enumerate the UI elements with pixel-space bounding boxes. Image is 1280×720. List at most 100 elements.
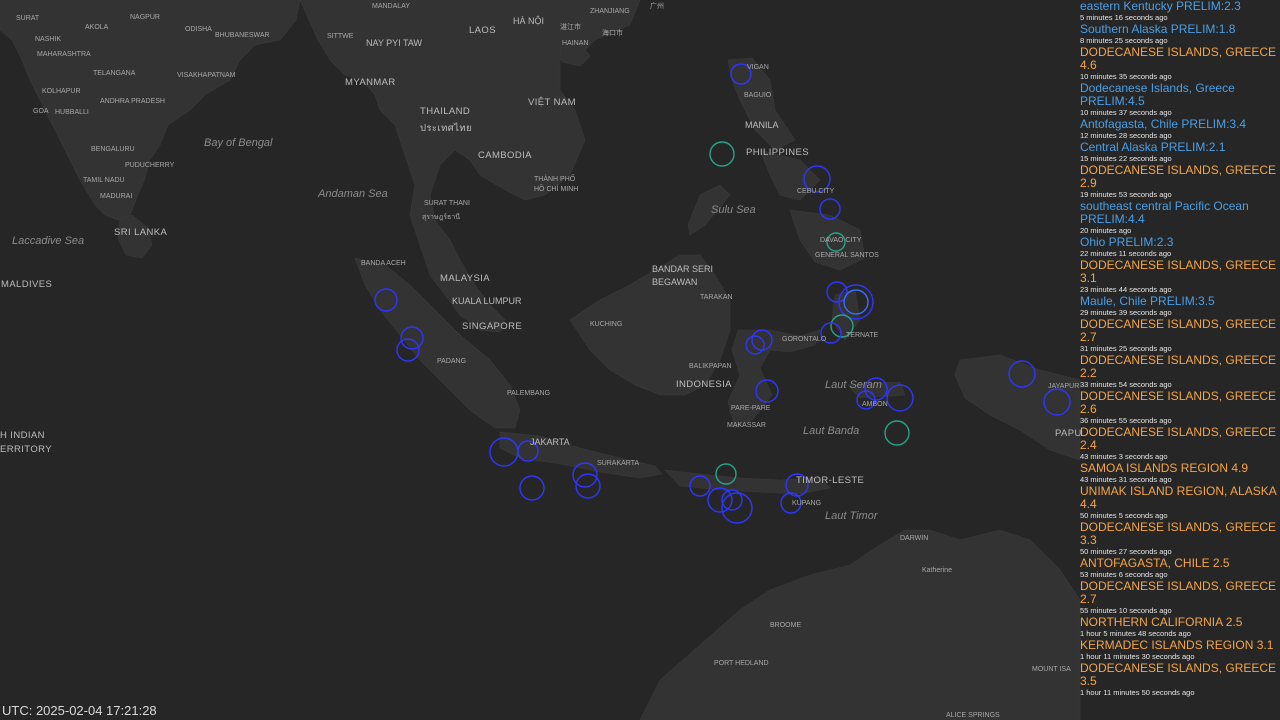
feed-item-title[interactable]: Dodecanese Islands, Greece PRELIM:4.5 <box>1080 82 1280 108</box>
feed-item-title[interactable]: NORTHERN CALIFORNIA 2.5 <box>1080 616 1280 629</box>
country-label: ERRITORY <box>0 444 52 455</box>
city-label: TERNATE <box>846 332 879 339</box>
feed-item[interactable]: eastern Kentucky PRELIM:2.3 5 minutes 16 … <box>1080 0 1280 23</box>
city-label: SURAKARTA <box>597 460 640 467</box>
city-label: สุราษฎร์ธานี <box>422 214 461 221</box>
city-label: HAINAN <box>562 40 589 47</box>
country-label: CAMBODIA <box>478 150 532 161</box>
city-label: AMBON <box>862 401 888 408</box>
feed-item[interactable]: Dodecanese Islands, Greece PRELIM:4.5 10 … <box>1080 82 1280 118</box>
city-label: GENERAL SANTOS <box>815 252 879 259</box>
feed-item-title[interactable]: DODECANESE ISLANDS, GREECE 2.7 <box>1080 580 1280 606</box>
city-label: Katherine <box>922 567 952 574</box>
city-label: VIGAN <box>747 64 769 71</box>
feed-item-title[interactable]: ANTOFAGASTA, CHILE 2.5 <box>1080 557 1280 570</box>
feed-item-title[interactable]: eastern Kentucky PRELIM:2.3 <box>1080 0 1280 13</box>
feed-item-title[interactable]: SAMOA ISLANDS REGION 4.9 <box>1080 462 1280 475</box>
feed-item[interactable]: ANTOFAGASTA, CHILE 2.5 53 minutes 6 secon… <box>1080 557 1280 580</box>
sea-label: Laut Seram <box>825 379 882 391</box>
feed-item[interactable]: DODECANESE ISLANDS, GREECE 2.9 19 minutes… <box>1080 164 1280 200</box>
city-label: BANDA ACEH <box>361 260 406 267</box>
country-label: H INDIAN <box>0 430 45 441</box>
country-label: THAILAND <box>420 106 471 117</box>
city-label: CEBU CITY <box>797 188 835 195</box>
feed-item-title[interactable]: Ohio PRELIM:2.3 <box>1080 236 1280 249</box>
country-label: MYANMAR <box>345 77 396 88</box>
city-label: DAVAO CITY <box>820 237 862 244</box>
feed-item[interactable]: DODECANESE ISLANDS, GREECE 2.7 55 minutes… <box>1080 580 1280 616</box>
capital-label: BANDAR SERI BEGAWAN <box>652 264 714 287</box>
city-label: NASHIK <box>35 36 62 43</box>
city-label: THÀNH PHỐ HỒ CHÍ MINH <box>534 176 579 193</box>
feed-item[interactable]: Central Alaska PRELIM:2.1 15 minutes 22 s… <box>1080 141 1280 164</box>
feed-item-time: 1 hour 11 minutes 50 seconds ago <box>1080 688 1195 697</box>
sea-label: Bay of Bengal <box>204 137 273 149</box>
feed-item[interactable]: Antofagasta, Chile PRELIM:3.4 12 minutes … <box>1080 118 1280 141</box>
feed-item-title[interactable]: DODECANESE ISLANDS, GREECE 4.6 <box>1080 46 1280 72</box>
city-label: AKOLA <box>85 24 109 31</box>
feed-item[interactable]: Ohio PRELIM:2.3 22 minutes 11 seconds ago <box>1080 236 1280 259</box>
city-label: BROOME <box>770 622 802 629</box>
city-label: SITTWE <box>327 33 354 40</box>
feed-item-title[interactable]: DODECANESE ISLANDS, GREECE 2.9 <box>1080 164 1280 190</box>
city-label: 海口市 <box>602 30 623 37</box>
country-label: LAOS <box>469 25 496 36</box>
feed-item[interactable]: DODECANESE ISLANDS, GREECE 3.5 1 hour 11 … <box>1080 662 1280 698</box>
city-label: JAYAPUR <box>1048 383 1080 390</box>
feed-item-title[interactable]: DODECANESE ISLANDS, GREECE 2.7 <box>1080 318 1280 344</box>
feed-item-title[interactable]: Southern Alaska PRELIM:1.8 <box>1080 23 1280 36</box>
city-label: 湛江市 <box>560 24 581 31</box>
feed-item[interactable]: DODECANESE ISLANDS, GREECE 2.7 31 minutes… <box>1080 318 1280 354</box>
feed-item[interactable]: DODECANESE ISLANDS, GREECE 4.6 10 minutes… <box>1080 46 1280 82</box>
feed-item[interactable]: southeast central Pacific Ocean PRELIM:4… <box>1080 200 1280 236</box>
city-label: ODISHA <box>185 26 212 33</box>
feed-item[interactable]: DODECANESE ISLANDS, GREECE 3.1 23 minutes… <box>1080 259 1280 295</box>
country-label: PHILIPPINES <box>746 147 810 158</box>
sea-label: Laut Timor <box>825 510 878 522</box>
country-label: MALAYSIA <box>440 273 491 284</box>
feed-item[interactable]: DODECANESE ISLANDS, GREECE 3.3 50 minutes… <box>1080 521 1280 557</box>
city-label: BAGUIO <box>744 92 772 99</box>
feed-item-title[interactable]: UNIMAK ISLAND REGION, ALASKA 4.4 <box>1080 485 1280 511</box>
city-label: KUCHING <box>590 321 623 328</box>
feed-item[interactable]: DODECANESE ISLANDS, GREECE 2.6 36 minutes… <box>1080 390 1280 426</box>
city-label: DARWIN <box>900 535 929 542</box>
feed-item-title[interactable]: DODECANESE ISLANDS, GREECE 3.1 <box>1080 259 1280 285</box>
country-label: PAPU <box>1055 428 1082 439</box>
city-label: MAKASSAR <box>727 422 766 429</box>
capital-label: NAY PYI TAW <box>366 38 423 48</box>
feed-item-title[interactable]: DODECANESE ISLANDS, GREECE 3.3 <box>1080 521 1280 547</box>
capital-label: JAKARTA <box>530 437 570 447</box>
feed-item-title[interactable]: DODECANESE ISLANDS, GREECE 2.6 <box>1080 390 1280 416</box>
feed-item[interactable]: UNIMAK ISLAND REGION, ALASKA 4.4 50 minut… <box>1080 485 1280 521</box>
feed-item-title[interactable]: DODECANESE ISLANDS, GREECE 2.4 <box>1080 426 1280 452</box>
feed-item[interactable]: SAMOA ISLANDS REGION 4.9 43 minutes 31 se… <box>1080 462 1280 485</box>
sea-label: Laccadive Sea <box>12 235 85 247</box>
city-label: 广州 <box>650 3 664 10</box>
country-label: TIMOR-LESTE <box>796 475 865 486</box>
city-label: MOUNT ISA <box>1032 666 1071 673</box>
feed-item-title[interactable]: Antofagasta, Chile PRELIM:3.4 <box>1080 118 1280 131</box>
country-label: ประเทศไทย <box>420 123 472 134</box>
country-label: SINGAPORE <box>462 321 523 332</box>
feed-item-title[interactable]: DODECANESE ISLANDS, GREECE 3.5 <box>1080 662 1280 688</box>
sea-label: Andaman Sea <box>318 188 388 200</box>
feed-item[interactable]: KERMADEC ISLANDS REGION 3.1 1 hour 11 min… <box>1080 639 1280 662</box>
sea-label: Sulu Sea <box>711 204 756 216</box>
city-label: VISAKHAPATNAM <box>177 72 236 79</box>
feed-item-title[interactable]: Central Alaska PRELIM:2.1 <box>1080 141 1280 154</box>
feed-item[interactable]: Southern Alaska PRELIM:1.8 8 minutes 25 s… <box>1080 23 1280 46</box>
feed-item-title[interactable]: DODECANESE ISLANDS, GREECE 2.2 <box>1080 354 1280 380</box>
feed-item-title[interactable]: Maule, Chile PRELIM:3.5 <box>1080 295 1280 308</box>
feed-item-title[interactable]: southeast central Pacific Ocean PRELIM:4… <box>1080 200 1280 226</box>
feed-item[interactable]: DODECANESE ISLANDS, GREECE 2.4 43 minutes… <box>1080 426 1280 462</box>
city-label: TAMIL NADU <box>83 177 125 184</box>
earthquake-feed[interactable]: eastern Kentucky PRELIM:2.3 5 minutes 16 … <box>1080 0 1280 720</box>
feed-item[interactable]: DODECANESE ISLANDS, GREECE 2.2 33 minutes… <box>1080 354 1280 390</box>
city-label: MAHARASHTRA <box>37 51 91 58</box>
city-label: BHUBANESWAR <box>215 32 270 39</box>
country-label: VIỆT NAM <box>528 97 576 108</box>
feed-item[interactable]: Maule, Chile PRELIM:3.5 29 minutes 39 sec… <box>1080 295 1280 318</box>
feed-item[interactable]: NORTHERN CALIFORNIA 2.5 1 hour 5 minutes … <box>1080 616 1280 639</box>
feed-item-title[interactable]: KERMADEC ISLANDS REGION 3.1 <box>1080 639 1280 652</box>
